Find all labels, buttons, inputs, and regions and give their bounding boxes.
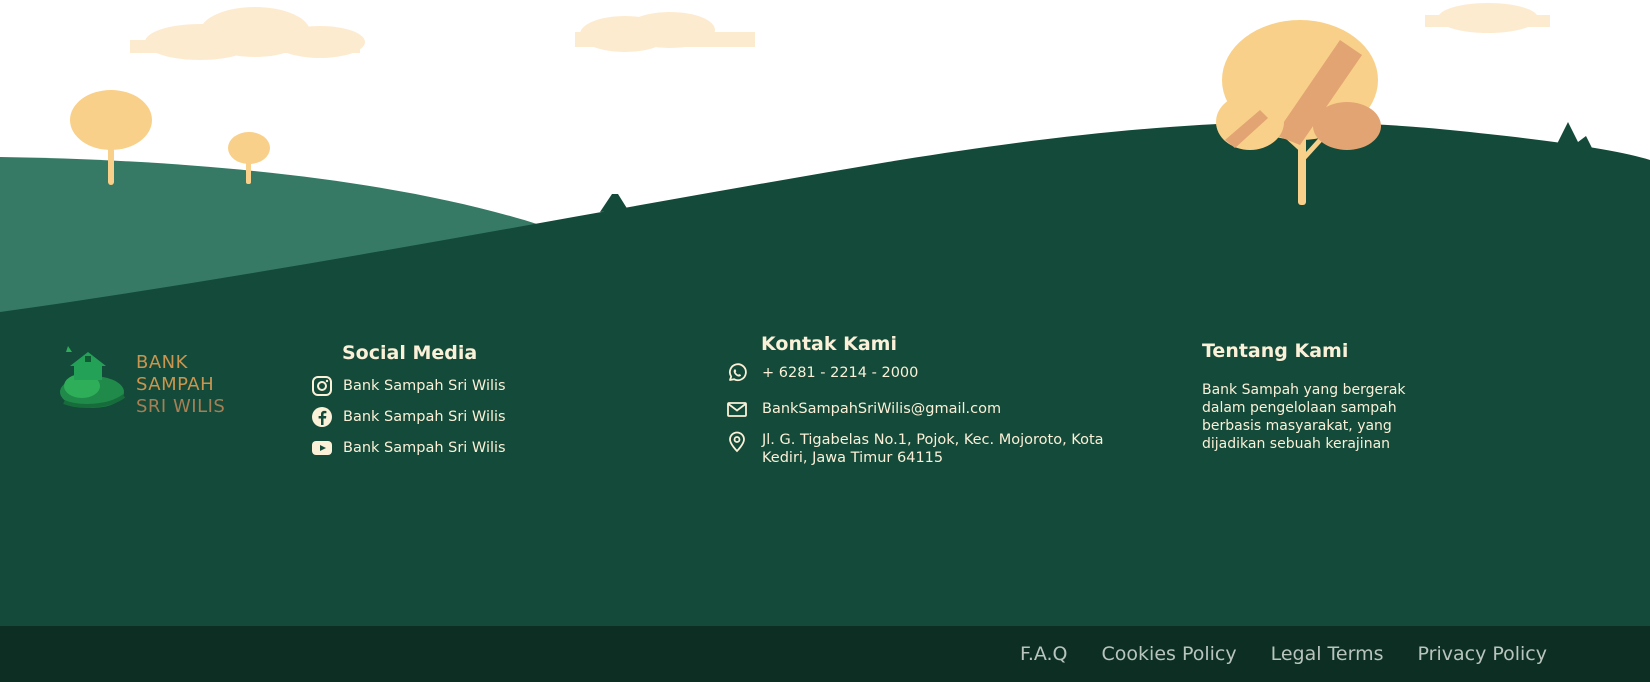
instagram-label: Bank Sampah Sri Wilis: [343, 378, 506, 394]
privacy-policy-link[interactable]: Privacy Policy: [1418, 643, 1547, 665]
social-instagram-link[interactable]: Bank Sampah Sri Wilis: [311, 375, 506, 397]
facebook-icon: [311, 406, 333, 428]
email-address: BankSampahSriWilis@gmail.com: [762, 401, 1002, 417]
contact-address[interactable]: Jl. G. Tigabelas No.1, Pojok, Kec. Mojor…: [726, 431, 1104, 467]
cloud-right: [1425, 3, 1550, 33]
footer-bar: F.A.Q Cookies Policy Legal Terms Privacy…: [0, 626, 1650, 682]
contact-phone[interactable]: + 6281 - 2214 - 2000: [726, 362, 918, 384]
whatsapp-icon: [726, 362, 748, 384]
faq-link[interactable]: F.A.Q: [1020, 643, 1068, 665]
facebook-label: Bank Sampah Sri Wilis: [343, 409, 506, 425]
youtube-label: Bank Sampah Sri Wilis: [343, 440, 506, 456]
location-pin-icon: [726, 431, 748, 453]
social-facebook-link[interactable]: Bank Sampah Sri Wilis: [311, 406, 506, 428]
brand-name-line1: BANK SAMPAH: [136, 352, 215, 395]
phone-number: + 6281 - 2214 - 2000: [762, 365, 919, 381]
recycle-house-icon: [60, 346, 126, 408]
address-line-2: Kediri, Jawa Timur 64115: [762, 450, 944, 466]
cloud-middle: [575, 12, 755, 52]
about-text: Bank Sampah yang bergerak dalam pengelol…: [1202, 382, 1406, 452]
about-heading: Tentang Kami: [1202, 340, 1349, 362]
mail-icon: [726, 398, 748, 420]
brand-logo[interactable]: BANK SAMPAH SRI WILIS: [58, 342, 268, 417]
youtube-icon: [311, 437, 333, 459]
footer-links: F.A.Q Cookies Policy Legal Terms Privacy…: [1020, 626, 1547, 682]
cookies-policy-link[interactable]: Cookies Policy: [1102, 643, 1237, 665]
address-line-1: Jl. G. Tigabelas No.1, Pojok, Kec. Mojor…: [762, 432, 1104, 448]
brand-name-line2: SRI WILIS: [136, 396, 226, 417]
social-media-heading: Social Media: [342, 342, 478, 364]
contact-heading: Kontak Kami: [761, 333, 897, 355]
instagram-icon: [311, 375, 333, 397]
social-youtube-link[interactable]: Bank Sampah Sri Wilis: [311, 437, 506, 459]
cloud-left: [130, 7, 365, 60]
contact-email[interactable]: BankSampahSriWilis@gmail.com: [726, 398, 1001, 420]
legal-terms-link[interactable]: Legal Terms: [1271, 643, 1384, 665]
